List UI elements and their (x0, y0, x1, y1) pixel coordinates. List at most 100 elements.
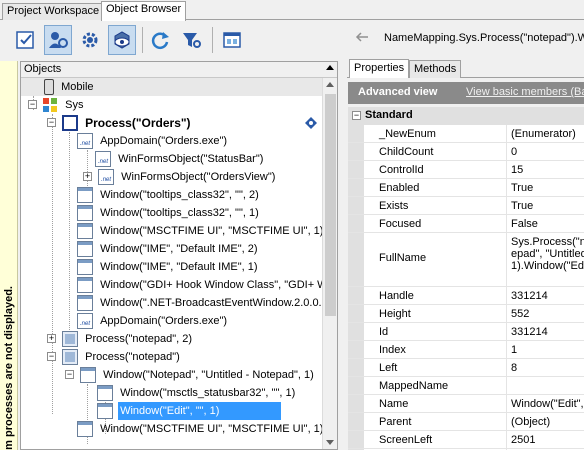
property-value[interactable]: 552 (511, 308, 529, 320)
tab-project-workspace[interactable]: Project Workspace (2, 3, 105, 20)
tree-item-window[interactable]: Window(".NET-BroadcastEventWindow.2.0.0.… (77, 294, 330, 312)
property-value[interactable]: 331214 (511, 290, 548, 302)
window-view-button[interactable] (218, 25, 246, 55)
window-icon (77, 223, 93, 239)
property-name: Handle (379, 290, 414, 302)
tab-properties[interactable]: Properties (349, 59, 410, 78)
collapse-icon[interactable]: − (352, 111, 361, 120)
tree-item-window-notepad[interactable]: − Window("Notepad", "Untitled - Notepad"… (61, 366, 316, 384)
tree-item-label: Process("notepad") (85, 351, 180, 363)
tree-item-appdomain[interactable]: .net AppDomain("Orders.exe") (77, 312, 229, 330)
collapse-icon[interactable]: − (28, 100, 37, 109)
collapse-icon[interactable]: − (65, 370, 74, 379)
property-value[interactable]: (Enumerator) (511, 128, 576, 140)
expand-icon[interactable]: + (83, 172, 92, 181)
settings-button[interactable] (76, 25, 104, 55)
net-icon: .net (77, 313, 93, 329)
mobile-icon (44, 79, 55, 95)
property-value[interactable]: (Object) (511, 416, 550, 428)
property-row[interactable]: ControlId 15 (348, 161, 584, 179)
tree-item-process-notepad-2[interactable]: + Process("notepad", 2) (43, 330, 194, 348)
view-mode-bar: Advanced view View basic members (Bas (348, 82, 584, 104)
property-value[interactable]: 15 (511, 164, 523, 176)
property-row[interactable]: ScreenLeft 2501 (348, 431, 584, 449)
tree-scrollbar[interactable] (322, 78, 337, 449)
property-row[interactable]: Exists True (348, 197, 584, 215)
property-value[interactable]: True (511, 200, 533, 212)
property-row[interactable]: FullName Sys.Process("n epad", "Untitled … (348, 233, 584, 287)
visible-objects-button[interactable] (108, 25, 136, 55)
tree-item-label: Window("IME", "Default IME", 1) (100, 261, 258, 273)
property-value[interactable]: Sys.Process("n epad", "Untitled 1).Windo… (511, 236, 584, 272)
tree-item-window[interactable]: Window("MSCTFIME UI", "MSCTFIME UI", 1) (77, 420, 325, 438)
top-tab-bar: Project Workspace Object Browser (0, 0, 584, 21)
property-row[interactable]: ChildCount 0 (348, 143, 584, 161)
window-icon (77, 295, 93, 311)
property-value[interactable]: 0 (511, 146, 517, 158)
property-row[interactable]: Name Window("Edit", (348, 395, 584, 413)
mapped-object-icon (305, 117, 317, 129)
property-value[interactable]: False (511, 218, 538, 230)
tree-item-ordersview[interactable]: + .net WinFormsObject("OrdersView") (83, 168, 277, 186)
tree-item-window[interactable]: Window("tooltips_class32", "", 1) (77, 204, 261, 222)
tree-item-window[interactable]: Window("msctls_statusbar32", "", 1) (97, 384, 297, 402)
property-row[interactable]: Handle 331214 (348, 287, 584, 305)
tab-object-browser[interactable]: Object Browser (101, 1, 187, 21)
collapse-icon[interactable]: − (47, 118, 56, 127)
expand-icon[interactable]: + (47, 334, 56, 343)
scrollbar-thumb[interactable] (325, 94, 336, 316)
collapse-panel-icon[interactable] (326, 65, 334, 70)
filter-button[interactable] (178, 25, 206, 55)
refresh-button[interactable] (146, 25, 174, 55)
property-row[interactable]: Focused False (348, 215, 584, 233)
property-row[interactable]: Parent (Object) (348, 413, 584, 431)
category-standard[interactable]: − Standard (348, 107, 584, 125)
scroll-down-icon[interactable] (326, 440, 334, 445)
property-row[interactable]: Index 1 (348, 341, 584, 359)
property-row[interactable]: Id 331214 (348, 323, 584, 341)
tree-item-window-edit[interactable]: Window("Edit", "", 1) (97, 402, 282, 420)
users-gear-icon (49, 32, 68, 48)
tree-item-sys[interactable]: − Sys (25, 96, 85, 114)
property-row[interactable]: Left 8 (348, 359, 584, 377)
panel-splitter[interactable] (338, 59, 348, 450)
property-row[interactable]: _NewEnum (Enumerator) (348, 125, 584, 143)
property-value[interactable]: Window("Edit", (511, 398, 584, 410)
show-users-button[interactable] (44, 25, 72, 55)
toolbar (0, 21, 340, 59)
property-value[interactable]: 8 (511, 362, 517, 374)
collapse-icon[interactable]: − (47, 352, 56, 361)
tree-item-label: Window(".NET-BroadcastEventWindow.2.0.0.… (100, 297, 328, 309)
select-checkbox-button[interactable] (12, 25, 40, 55)
tree-item-window[interactable]: Window("MSCTFIME UI", "MSCTFIME UI", 1) (77, 222, 325, 240)
property-row[interactable]: MappedName (348, 377, 584, 395)
tree-item-appdomain[interactable]: .net AppDomain("Orders.exe") (77, 132, 229, 150)
objects-panel: Objects Mobile − Sys − Process("Orders")… (20, 61, 338, 450)
property-grid: − Standard _NewEnum (Enumerator) ChildCoun… (348, 107, 584, 450)
tree-item-statusbar[interactable]: .net WinFormsObject("StatusBar") (95, 150, 265, 168)
back-arrow-icon[interactable] (354, 29, 370, 45)
tree-item-process-orders[interactable]: − Process("Orders") (43, 114, 193, 132)
tab-methods[interactable]: Methods (409, 60, 462, 78)
basic-members-link[interactable]: View basic members (Bas (466, 86, 584, 98)
tree-item-mobile[interactable]: Mobile (21, 78, 322, 96)
property-tabs: Properties Methods (347, 59, 584, 78)
tree-item-window[interactable]: Window("GDI+ Hook Window Class", "GDI+ W… (77, 276, 332, 294)
tree-item-window[interactable]: Window("tooltips_class32", "", 2) (77, 186, 261, 204)
tree-item-process-notepad[interactable]: − Process("notepad") (43, 348, 182, 366)
hidden-processes-notice: m processes are not displayed. (0, 61, 18, 450)
property-value[interactable]: 331214 (511, 326, 548, 338)
tree-item-window[interactable]: Window("IME", "Default IME", 1) (77, 258, 260, 276)
property-name: Enabled (379, 182, 420, 194)
tree-item-window[interactable]: Window("IME", "Default IME", 2) (77, 240, 260, 258)
tree-item-label: Window("MSCTFIME UI", "MSCTFIME UI", 1) (100, 423, 324, 435)
net-icon: .net (98, 169, 115, 185)
property-value[interactable]: 2501 (511, 434, 535, 446)
property-row[interactable]: Height 552 (348, 305, 584, 323)
net-icon: .net (77, 133, 93, 149)
property-row[interactable]: Enabled True (348, 179, 584, 197)
scroll-up-icon[interactable] (326, 82, 334, 87)
property-value[interactable]: 1 (511, 344, 517, 356)
property-name: Index (379, 344, 406, 356)
property-value[interactable]: True (511, 182, 533, 194)
